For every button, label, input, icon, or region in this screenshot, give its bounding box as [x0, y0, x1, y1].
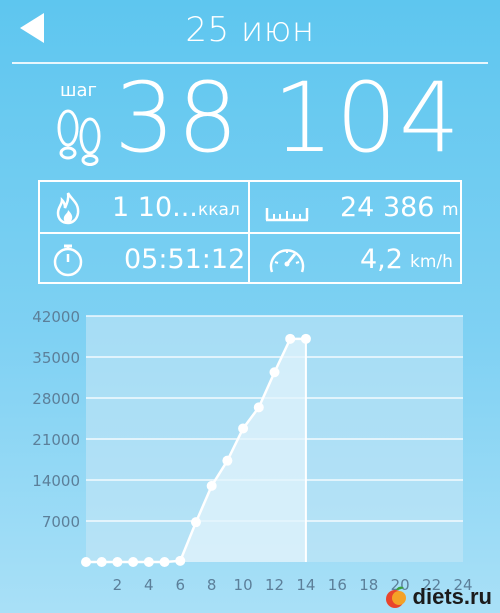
speed-cell: 4,2 km/h — [250, 234, 458, 284]
y-tick-label: 35000 — [32, 349, 80, 367]
data-point — [222, 455, 233, 466]
x-tick-label: 12 — [265, 576, 284, 594]
distance-cell: 24 386 m — [250, 182, 459, 232]
data-point — [285, 333, 296, 344]
peach-logo-icon — [385, 586, 406, 608]
data-point — [190, 517, 201, 528]
data-point — [96, 557, 107, 567]
calories-unit: ккал — [198, 200, 240, 220]
data-point — [159, 557, 170, 567]
data-point — [112, 557, 123, 567]
ruler-icon — [265, 208, 309, 222]
distance-value: 24 386 — [340, 192, 435, 223]
watermark: diets.ru — [383, 583, 492, 611]
page-title: 25 июн — [185, 10, 315, 50]
data-point — [81, 557, 91, 567]
steps-label: шаг — [60, 80, 97, 101]
data-point — [300, 333, 311, 344]
y-tick-label: 42000 — [32, 308, 80, 326]
fire-icon — [56, 192, 80, 225]
speed-unit: km/h — [410, 252, 453, 272]
calories-cell: 1 10... ккал — [40, 182, 248, 232]
watermark-text: diets.ru — [412, 584, 492, 609]
data-point — [175, 555, 186, 566]
y-tick-label: 28000 — [32, 390, 80, 408]
data-point — [269, 367, 280, 378]
steps-chart: 7000 14000 21000 28000 35000 42000 2 4 6 8 10 12 14 1… — [32, 308, 472, 594]
distance-unit: m — [442, 200, 459, 220]
data-point — [238, 423, 249, 434]
data-point — [206, 480, 217, 491]
x-tick-label: 14 — [296, 576, 315, 594]
x-tick-label: 6 — [175, 576, 185, 594]
header: 25 июн — [0, 0, 500, 60]
x-tick-label: 16 — [328, 576, 347, 594]
stats-grid: 1 10... ккал 24 386 m 05:51:12 4,2 km/h — [38, 180, 462, 284]
y-tick-label: 14000 — [32, 472, 80, 490]
footprints-icon — [57, 109, 101, 166]
duration-cell: 05:51:12 — [40, 234, 248, 284]
data-point — [128, 557, 139, 567]
x-tick-label: 4 — [144, 576, 154, 594]
x-tick-label: 10 — [234, 576, 253, 594]
x-tick-label: 2 — [113, 576, 123, 594]
data-point — [253, 402, 264, 413]
speed-value: 4,2 — [360, 244, 403, 275]
data-point — [143, 557, 154, 567]
x-tick-label: 8 — [207, 576, 217, 594]
x-tick-label: 18 — [359, 576, 378, 594]
stopwatch-icon — [53, 244, 83, 277]
speedometer-icon — [269, 249, 305, 273]
duration-value: 05:51:12 — [124, 244, 246, 275]
calories-value: 1 10... — [112, 192, 198, 223]
y-tick-label: 7000 — [42, 513, 80, 531]
y-tick-label: 21000 — [32, 431, 80, 449]
steps-count: 38 104 — [114, 62, 462, 174]
